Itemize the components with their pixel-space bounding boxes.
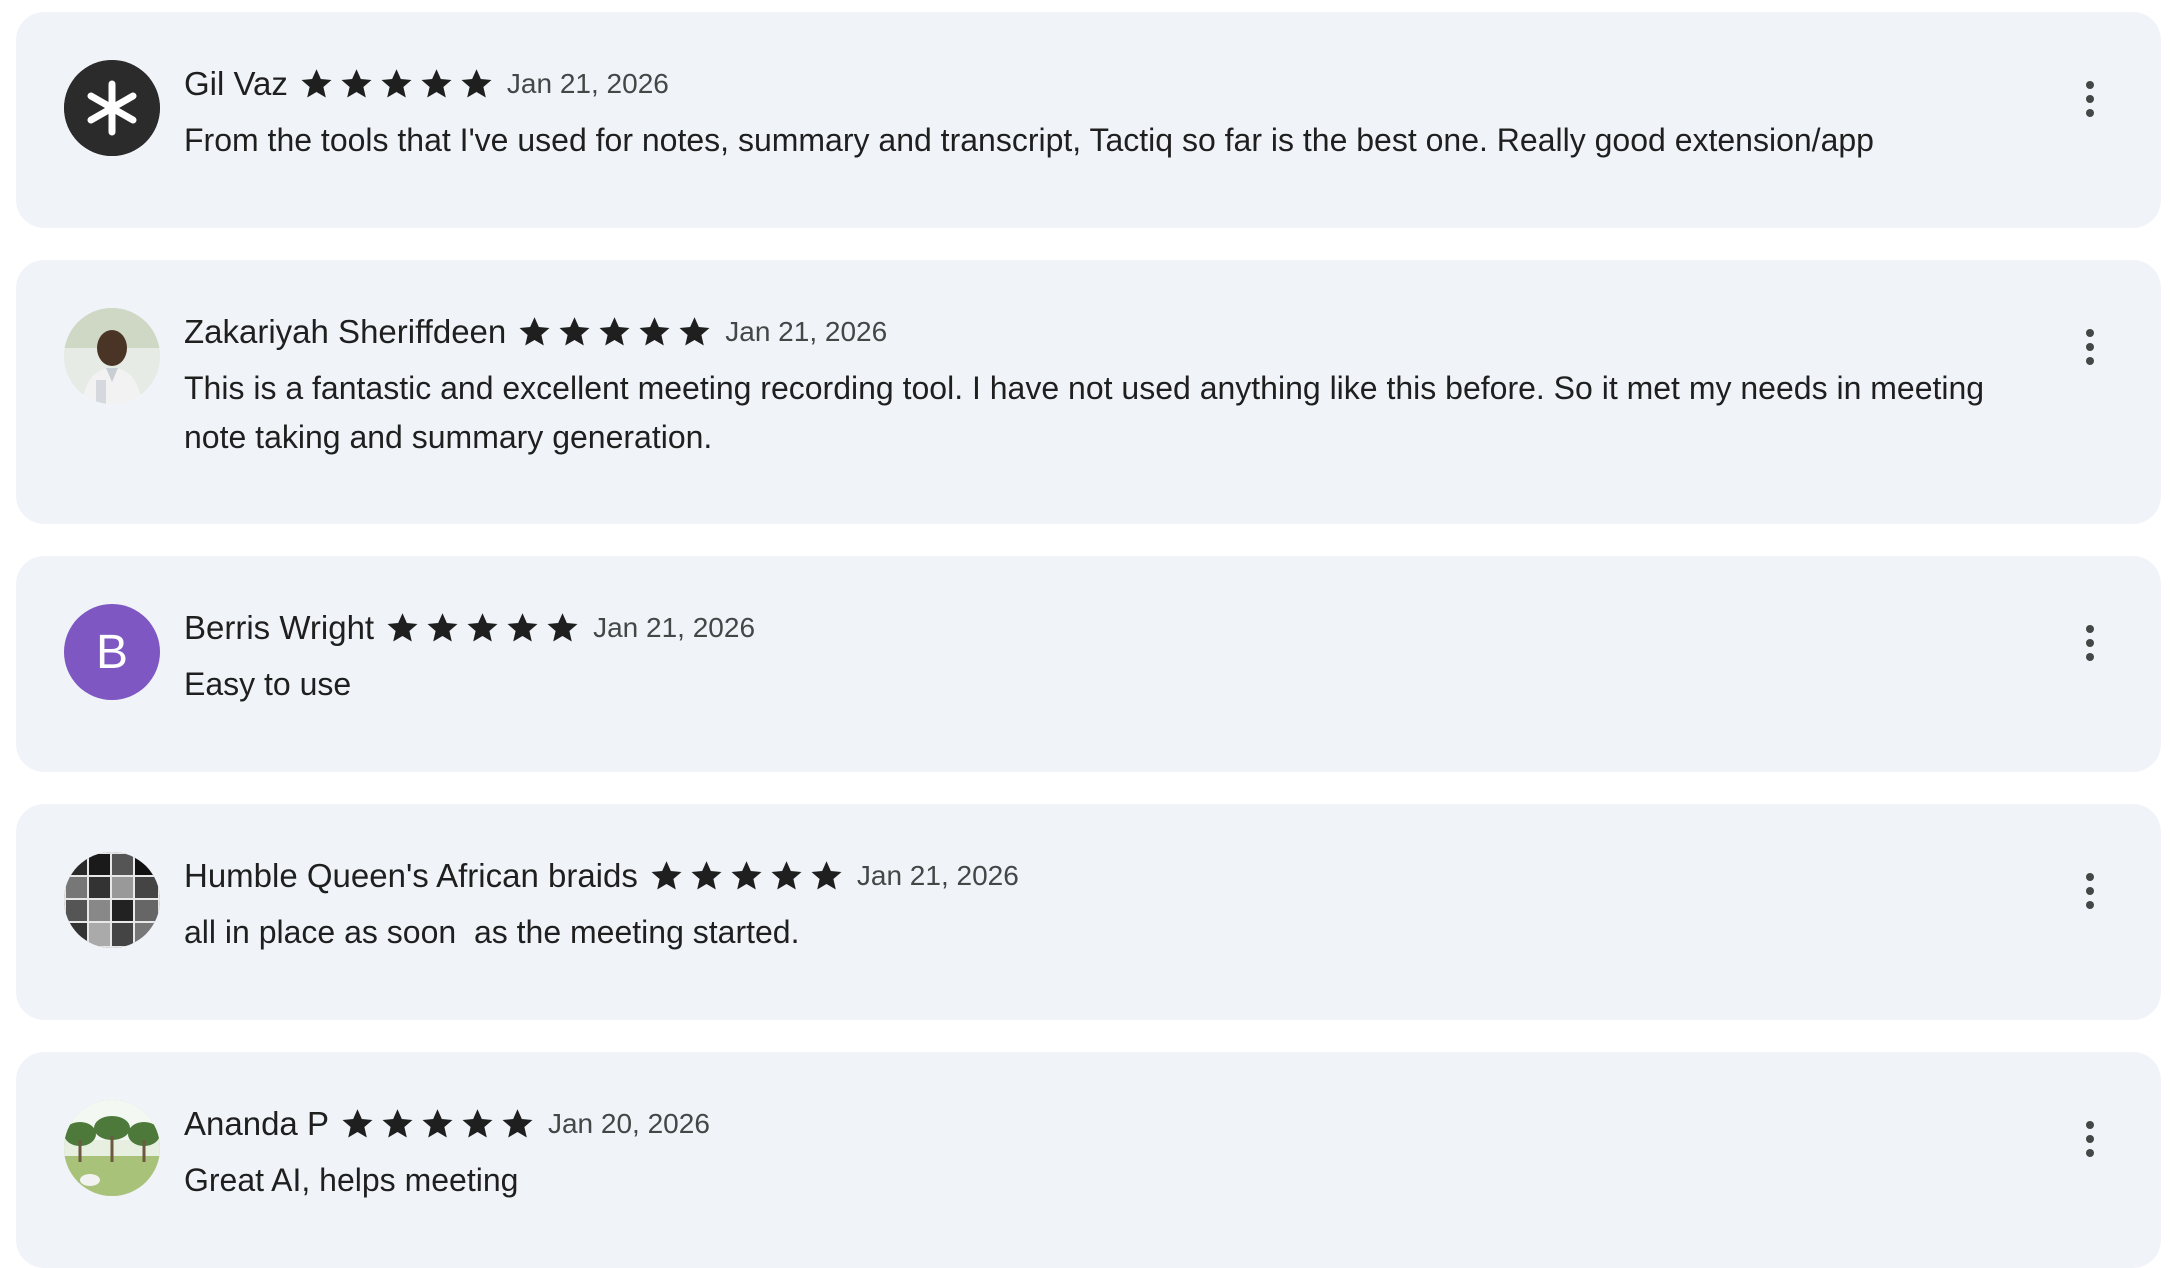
review-header: Gil Vaz Jan 21, 2026 xyxy=(184,62,669,106)
star-rating xyxy=(516,314,713,350)
review-header: Zakariyah Sheriffdeen Jan 21, 2026 xyxy=(184,310,887,354)
review-date: Jan 21, 2026 xyxy=(856,860,1019,891)
asterisk-logo-icon xyxy=(64,60,160,156)
star-icon xyxy=(301,69,332,98)
review-text: This is a fantastic and excellent meetin… xyxy=(184,370,1985,455)
more-vert-icon xyxy=(2086,81,2094,89)
star-icon xyxy=(547,613,578,642)
profile-photo-icon xyxy=(64,308,160,404)
review-header: Berris Wright Jan 21, 2026 xyxy=(184,606,755,650)
collage-photo-icon xyxy=(64,852,160,948)
review-header: Ananda P Jan 20, 2026 xyxy=(184,1102,710,1146)
avatar-letter: B xyxy=(95,625,128,679)
more-options-button[interactable] xyxy=(2066,315,2114,379)
more-vert-icon xyxy=(2086,873,2094,881)
review-list: Gil Vaz Jan 21, 2026 From the tools that… xyxy=(0,0,2170,1268)
more-vert-icon xyxy=(2086,329,2094,337)
star-icon xyxy=(502,1109,533,1138)
star-icon xyxy=(467,613,498,642)
more-vert-icon xyxy=(2086,625,2094,633)
star-icon xyxy=(461,69,492,98)
reviewer-name: Humble Queen's African braids xyxy=(184,857,638,894)
reviewer-name: Gil Vaz xyxy=(184,65,288,102)
review-text: Great AI, helps meeting xyxy=(184,1162,519,1198)
star-icon xyxy=(507,613,538,642)
more-options-button[interactable] xyxy=(2066,859,2114,923)
review-card: Humble Queen's African braids Jan 21, 20… xyxy=(16,804,2161,1020)
star-icon xyxy=(427,613,458,642)
more-options-button[interactable] xyxy=(2066,67,2114,131)
avatar[interactable] xyxy=(64,1100,160,1196)
star-icon xyxy=(639,317,670,346)
star-icon xyxy=(811,861,842,890)
landscape-photo-icon xyxy=(64,1100,160,1196)
review-date: Jan 21, 2026 xyxy=(506,68,669,99)
review-header: Humble Queen's African braids Jan 21, 20… xyxy=(184,854,1019,898)
reviewer-name: Zakariyah Sheriffdeen xyxy=(184,313,507,350)
avatar[interactable] xyxy=(64,60,160,156)
star-icon xyxy=(731,861,762,890)
more-options-button[interactable] xyxy=(2066,1107,2114,1171)
review-date: Jan 21, 2026 xyxy=(725,316,888,347)
star-rating xyxy=(298,66,495,102)
review-card: Gil Vaz Jan 21, 2026 From the tools that… xyxy=(16,12,2161,228)
star-icon xyxy=(342,1109,373,1138)
avatar[interactable] xyxy=(64,308,160,404)
reviewer-name: Berris Wright xyxy=(184,609,375,646)
review-text: all in place as soon as the meeting star… xyxy=(184,914,800,950)
avatar[interactable]: B xyxy=(64,604,160,700)
review-card: Zakariyah Sheriffdeen Jan 21, 2026 This … xyxy=(16,260,2161,524)
star-rating xyxy=(648,858,845,894)
review-text: From the tools that I've used for notes,… xyxy=(184,122,1874,158)
star-icon xyxy=(651,861,682,890)
star-icon xyxy=(341,69,372,98)
star-icon xyxy=(462,1109,493,1138)
star-icon xyxy=(519,317,550,346)
review-card: Ananda P Jan 20, 2026 Great AI, helps me… xyxy=(16,1052,2161,1268)
star-rating xyxy=(384,610,581,646)
star-rating xyxy=(339,1106,536,1142)
star-icon xyxy=(559,317,590,346)
more-vert-icon xyxy=(2086,1121,2094,1129)
star-icon xyxy=(421,69,452,98)
star-icon xyxy=(599,317,630,346)
review-date: Jan 21, 2026 xyxy=(593,612,756,643)
star-icon xyxy=(381,69,412,98)
review-text: Easy to use xyxy=(184,666,352,702)
star-icon xyxy=(679,317,710,346)
review-date: Jan 20, 2026 xyxy=(547,1108,710,1139)
star-icon xyxy=(387,613,418,642)
star-icon xyxy=(691,861,722,890)
star-icon xyxy=(422,1109,453,1138)
more-options-button[interactable] xyxy=(2066,611,2114,675)
reviewer-name: Ananda P xyxy=(184,1105,329,1142)
review-card: B Berris Wright Jan 21, 2026 Easy to use xyxy=(16,556,2161,772)
avatar[interactable] xyxy=(64,852,160,948)
star-icon xyxy=(382,1109,413,1138)
star-icon xyxy=(771,861,802,890)
